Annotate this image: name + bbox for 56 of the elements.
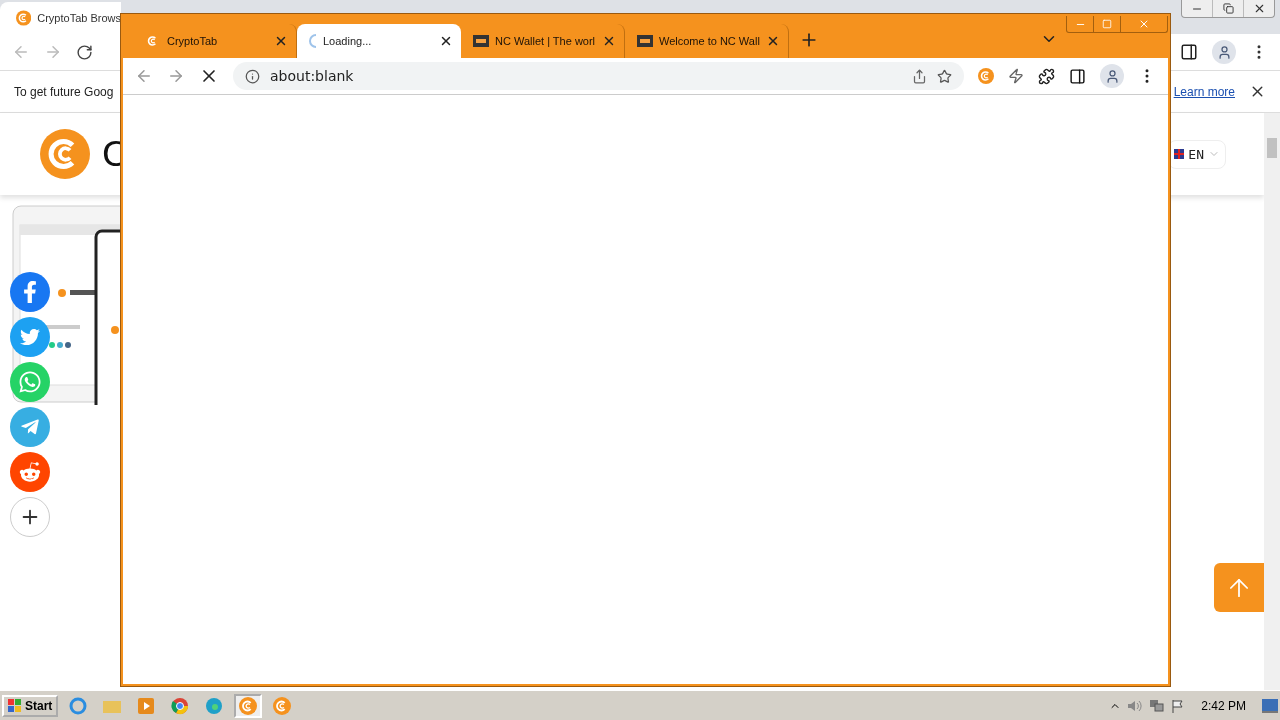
close-tab-icon — [439, 34, 453, 48]
browser-tab[interactable]: Loading... — [297, 24, 461, 58]
bookmark-star-icon — [937, 68, 952, 84]
tab-title: CryptoTab Brows — [37, 12, 121, 24]
back-icon[interactable] — [135, 67, 153, 85]
tab-title: Welcome to NC Wall — [659, 35, 760, 47]
forward-icon[interactable] — [167, 67, 185, 85]
info-icon — [245, 68, 260, 84]
site-logo-icon — [40, 129, 90, 179]
maximize-icon — [1102, 19, 1112, 29]
puzzle-icon[interactable] — [1038, 67, 1055, 85]
restore-icon — [1222, 3, 1234, 14]
profile-icon[interactable] — [1212, 40, 1236, 64]
scrollbar[interactable] — [1264, 113, 1280, 690]
chat-phone-icon — [18, 370, 42, 394]
tab-title: NC Wallet | The worl — [495, 35, 596, 47]
share-button[interactable] — [10, 407, 50, 447]
learn-more-link[interactable]: Learn more — [1173, 84, 1235, 99]
share-button[interactable] — [10, 452, 50, 492]
spinner-icon — [309, 34, 317, 48]
browser-tab[interactable]: CryptoTab Brows — [0, 2, 121, 34]
scroll-top-button[interactable] — [1214, 563, 1264, 612]
forward-icon[interactable] — [44, 43, 62, 61]
paper-plane-icon — [20, 417, 40, 437]
browser-tab[interactable]: CryptoTab — [133, 24, 297, 58]
reload-icon[interactable] — [76, 43, 93, 61]
show-desktop-icon[interactable] — [1262, 698, 1278, 713]
browser-tab[interactable]: Welcome to NC Wall — [625, 24, 789, 58]
close-tab-icon — [602, 34, 616, 48]
tab-title: Loading... — [323, 35, 373, 47]
network-icon[interactable] — [1149, 698, 1166, 713]
browser-tab[interactable]: NC Wallet | The worl — [461, 24, 625, 58]
speaker-icon[interactable] — [1127, 698, 1144, 713]
clock: 2:42 PM — [1201, 698, 1246, 713]
close-tab-icon — [274, 34, 288, 48]
alien-icon — [19, 461, 41, 483]
address-bar[interactable]: about:blank — [233, 62, 964, 90]
wallet-logo-icon — [473, 35, 489, 47]
back-icon[interactable] — [12, 43, 30, 61]
bolt-icon[interactable] — [1008, 68, 1024, 84]
more-share-button[interactable] — [10, 497, 50, 537]
close-icon — [1138, 18, 1150, 30]
tab-title: CryptoTab — [167, 35, 219, 47]
coin-browser-icon[interactable] — [234, 693, 263, 718]
share-icon — [912, 68, 927, 84]
flag-icon[interactable] — [1171, 698, 1186, 713]
wallet-logo-icon — [637, 35, 653, 47]
windows-logo-icon — [8, 698, 22, 713]
flag-icon — [1174, 149, 1185, 159]
side-panel-icon[interactable] — [1180, 43, 1198, 61]
side-panel-icon[interactable] — [1069, 67, 1086, 85]
infobar-message: To get future Goog — [14, 84, 114, 99]
close-tab-icon — [766, 34, 780, 48]
start-button[interactable]: Start — [2, 694, 59, 717]
bird-icon — [20, 327, 40, 347]
profile-icon[interactable] — [1100, 64, 1124, 88]
